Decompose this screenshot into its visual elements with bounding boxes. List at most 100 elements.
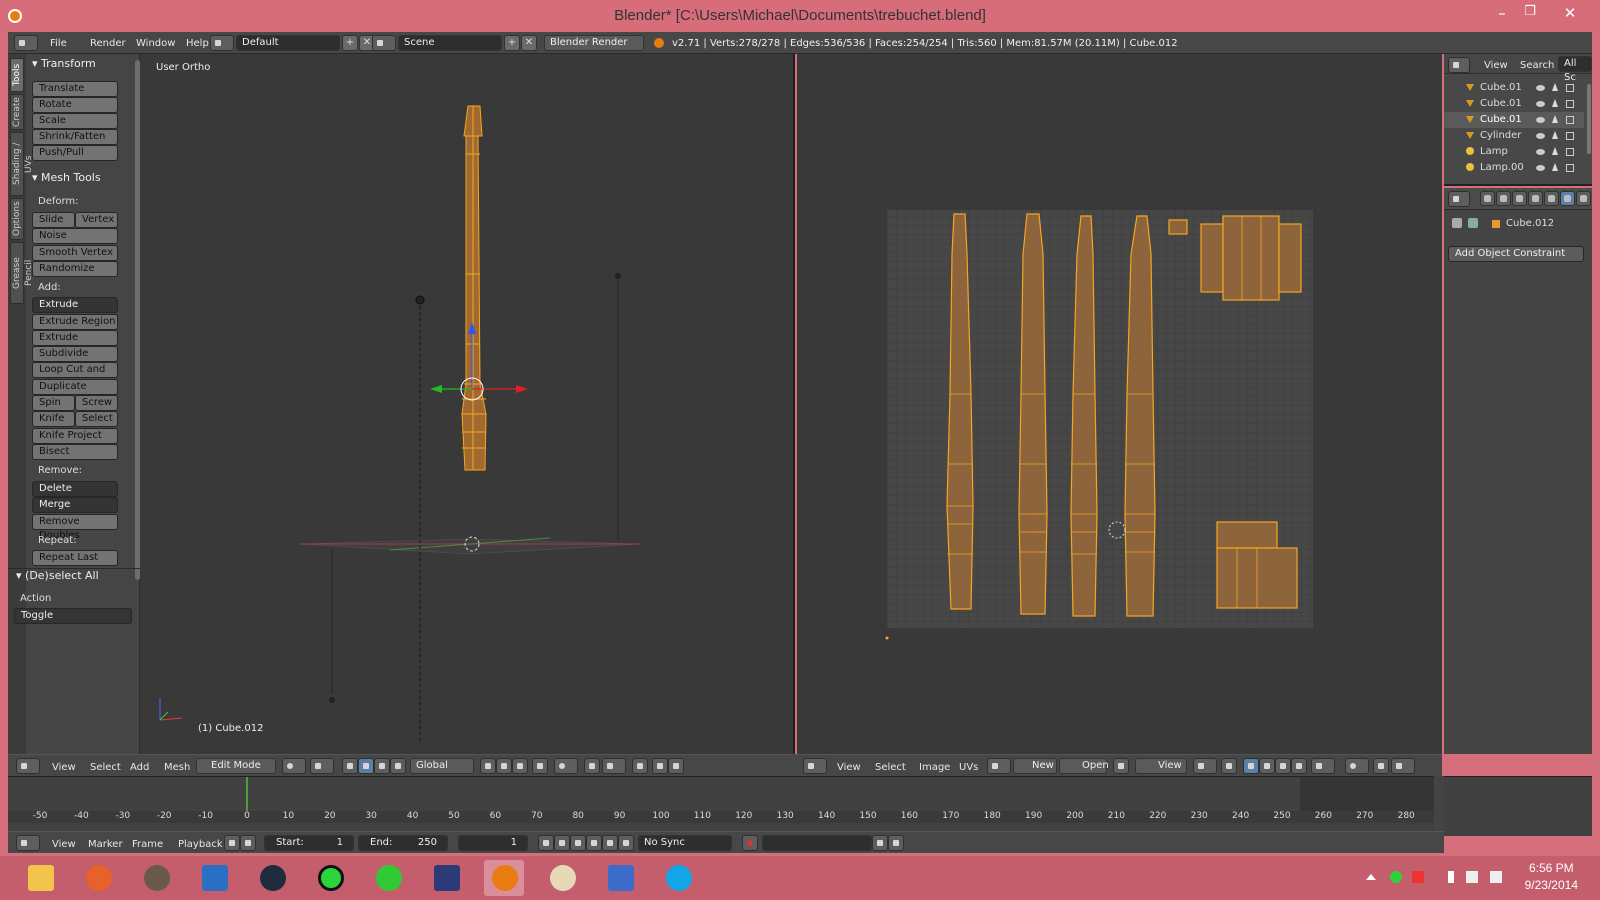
edge-select-icon[interactable] xyxy=(496,758,512,774)
uv-select-menu[interactable]: Select xyxy=(875,760,906,775)
3d-mesh-menu[interactable]: Mesh xyxy=(164,760,190,775)
uv-face-select-icon[interactable] xyxy=(1275,758,1291,774)
tab-world[interactable] xyxy=(1528,191,1543,206)
uv-snap-element-icon[interactable] xyxy=(1391,758,1415,774)
paint-taskbar-icon[interactable] xyxy=(542,860,582,896)
minimize-button[interactable]: – xyxy=(1488,4,1516,26)
menu-window[interactable]: Window xyxy=(136,36,175,51)
properties-editor-icon[interactable] xyxy=(1448,191,1470,207)
action-center-flag-icon[interactable] xyxy=(1412,871,1424,883)
keying-set-field[interactable] xyxy=(762,835,872,851)
prev-keyframe-icon[interactable] xyxy=(554,835,570,851)
current-frame-field[interactable]: 1 xyxy=(458,835,528,851)
knife-select-button[interactable]: Select xyxy=(75,411,118,427)
menu-render[interactable]: Render xyxy=(90,36,126,51)
rotate-button[interactable]: Rotate xyxy=(32,97,118,113)
translate-button[interactable]: Translate xyxy=(32,81,118,97)
outliner-filter-select[interactable]: All Sc xyxy=(1558,56,1592,83)
remove-doubles-button[interactable]: Remove Doubles xyxy=(32,514,118,541)
timeline-marker-menu[interactable]: Marker xyxy=(88,837,123,852)
tray-expand-icon[interactable] xyxy=(1366,874,1376,880)
proportional-edit-icon[interactable] xyxy=(554,758,578,774)
play-reverse-icon[interactable] xyxy=(570,835,586,851)
cloud-taskbar-icon[interactable] xyxy=(368,860,408,896)
snap-element-icon[interactable] xyxy=(602,758,626,774)
uv-vertex-select-icon[interactable] xyxy=(1243,758,1259,774)
tab-render[interactable] xyxy=(1480,191,1495,206)
lock-time-icon[interactable] xyxy=(240,835,256,851)
file-explorer-taskbar-icon[interactable] xyxy=(20,860,60,896)
sketchup-taskbar-icon[interactable] xyxy=(194,860,234,896)
next-keyframe-icon[interactable] xyxy=(602,835,618,851)
jump-start-icon[interactable] xyxy=(538,835,554,851)
volume-icon[interactable] xyxy=(1490,871,1502,883)
screw-button[interactable]: Screw xyxy=(75,395,118,411)
insert-keyframe-icon[interactable] xyxy=(872,835,888,851)
loop-cut-button[interactable]: Loop Cut and Slide xyxy=(32,362,118,389)
tab-modifiers[interactable] xyxy=(1576,191,1591,206)
render-preview-icon[interactable] xyxy=(632,758,648,774)
timeline-playback-menu[interactable]: Playback xyxy=(178,837,223,852)
outliner-row[interactable]: Lamp xyxy=(1444,144,1584,160)
opengl-anim-icon[interactable] xyxy=(668,758,684,774)
outliner-view-menu[interactable]: View xyxy=(1484,58,1508,73)
uv-mode-select[interactable]: View xyxy=(1135,758,1187,774)
gimp-taskbar-icon[interactable] xyxy=(136,860,176,896)
tab-shading-uvs[interactable]: Shading / UVs xyxy=(10,132,34,196)
knife-project-button[interactable]: Knife Project xyxy=(32,428,118,444)
scene-icon[interactable] xyxy=(372,35,396,51)
noise-button[interactable]: Noise xyxy=(32,228,118,244)
translate-manipulator-icon[interactable] xyxy=(358,758,374,774)
push-pull-button[interactable]: Push/Pull xyxy=(32,145,118,161)
uv-editor-type-icon[interactable] xyxy=(803,758,827,774)
slide-edge-button[interactable]: Slide Ed xyxy=(32,212,75,239)
jump-end-icon[interactable] xyxy=(618,835,634,851)
auto-keyframe-icon[interactable] xyxy=(742,835,758,851)
uv-sticky-mode-icon[interactable] xyxy=(1311,758,1335,774)
merge-select[interactable]: Merge xyxy=(32,497,118,513)
tab-scene[interactable] xyxy=(1512,191,1527,206)
render-engine-select[interactable]: Blender Render xyxy=(544,35,644,51)
uv-image-editor[interactable] xyxy=(797,54,1442,754)
uv-pivot-icon[interactable] xyxy=(1193,758,1217,774)
timeline-view-menu[interactable]: View xyxy=(52,837,76,852)
close-button[interactable]: ✕ xyxy=(1556,4,1584,26)
outliner-search-menu[interactable]: Search xyxy=(1520,58,1554,73)
tab-options[interactable]: Options xyxy=(10,198,24,240)
delete-select[interactable]: Delete xyxy=(32,481,118,497)
timeline-editor-type-icon[interactable] xyxy=(16,835,40,851)
editor-type-info-icon[interactable] xyxy=(14,35,38,51)
open-image-button[interactable]: Open xyxy=(1059,758,1109,774)
tab-constraints[interactable] xyxy=(1560,191,1575,206)
battery-icon[interactable] xyxy=(1448,871,1454,883)
timeline[interactable]: -50 -40 -30 -20 -10 0 10 20 30 40 50 60 70 80 90 100 110… xyxy=(8,776,1592,836)
scale-manipulator-icon[interactable] xyxy=(390,758,406,774)
start-frame-field[interactable]: Start: 1 xyxy=(264,835,354,851)
tab-create[interactable]: Create xyxy=(10,94,24,130)
razer-tray-icon[interactable] xyxy=(1390,871,1402,883)
preview-range-icon[interactable] xyxy=(224,835,240,851)
occlude-geometry-icon[interactable] xyxy=(532,758,548,774)
outliner[interactable]: View Search All Sc Cube.01 Cube.01 Cube.… xyxy=(1444,54,1592,186)
timeline-frame-menu[interactable]: Frame xyxy=(132,837,163,852)
deselect-all-panel-header[interactable]: ▾ (De)select All xyxy=(16,569,99,582)
sync-mode-select[interactable]: No Sync xyxy=(638,835,732,851)
properties-editor[interactable]: Cube.012 Add Object Constraint xyxy=(1444,188,1592,754)
uv-view-menu[interactable]: View xyxy=(837,760,861,775)
skype-taskbar-icon[interactable] xyxy=(658,860,698,896)
scale-button[interactable]: Scale xyxy=(32,113,118,129)
uv-canvas[interactable] xyxy=(797,54,1442,754)
network-signal-icon[interactable] xyxy=(1466,871,1478,883)
uv-island-select-icon[interactable] xyxy=(1291,758,1307,774)
remove-scene-button[interactable]: ✕ xyxy=(521,35,537,51)
screen-layout-field[interactable]: Default xyxy=(236,35,340,51)
outliner-row[interactable]: Cylinder xyxy=(1444,128,1584,144)
duplicate-button[interactable]: Duplicate xyxy=(32,379,118,395)
menu-file[interactable]: File xyxy=(50,36,67,51)
taskbar-clock[interactable]: 6:56 PM 9/23/2014 xyxy=(1525,860,1578,894)
visual-studio-taskbar-icon[interactable] xyxy=(426,860,466,896)
snap-toggle-icon[interactable] xyxy=(584,758,600,774)
firefox-taskbar-icon[interactable] xyxy=(78,860,118,896)
blender-taskbar-icon[interactable] xyxy=(484,860,524,896)
spin-button[interactable]: Spin xyxy=(32,395,75,411)
